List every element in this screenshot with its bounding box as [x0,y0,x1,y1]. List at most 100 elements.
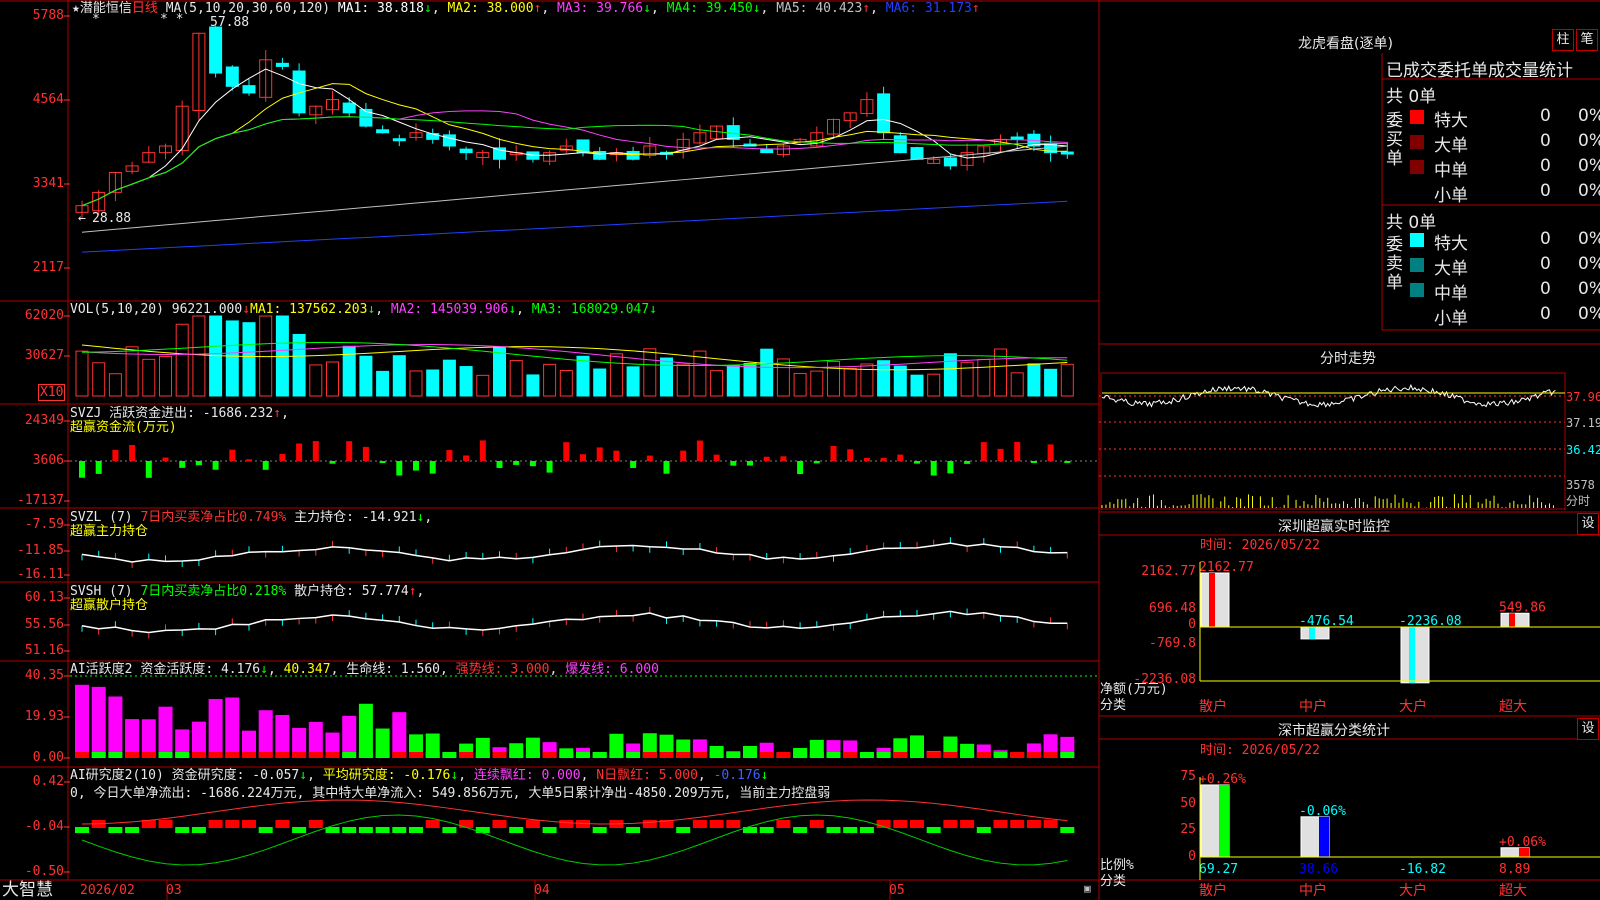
research-bar [492,820,507,828]
ma-legend-item: MA2: 145039.906 [383,302,509,317]
volume-bar [292,333,306,397]
class-y-label: 0 [1188,849,1196,864]
research-bar [826,827,841,833]
research-bar [325,827,340,833]
monitor-xlabel: 分类 [1100,698,1127,713]
ma-line [81,68,1068,207]
app-name: 大智慧 [2,880,53,900]
activity-base [242,752,256,758]
fund-flow-bar [563,442,570,461]
fund-flow-bar [1030,461,1037,463]
fund-flow-bar [997,448,1004,461]
fund-flow-bar [747,461,753,466]
ai-active-v5: 爆发线: 6.000 [565,662,659,677]
chart-canvas[interactable]: 2162.77-476.54 -2236.08549.86 +0.26% 69.27… [0,0,1600,900]
volume-bar [643,348,657,397]
svzj-bars [79,440,1071,478]
activity-base [743,752,757,758]
fund-flow-bar [680,450,687,461]
activity-base [893,752,908,758]
vol-legend: MA1: 137562.203↓, MA2: 145039.906↓, MA3:… [250,302,658,317]
favorite-star-icon[interactable]: ★ [72,1,80,16]
class-settings-button[interactable]: 设 [1577,718,1599,740]
lock-icon[interactable]: ▣ [1084,881,1091,896]
candle-body [877,93,891,134]
activity-base [158,752,173,758]
research-bar [108,827,123,833]
volume-bar [543,363,557,397]
category-label: 超大 [1499,883,1527,899]
fund-flow-bar [546,461,553,473]
volume-bar [225,320,239,397]
monitor-settings-button[interactable]: 设 [1577,513,1599,535]
activity-bar [75,684,89,758]
fund-flow-bar [730,461,737,466]
order-pct: 0% [1578,106,1600,126]
volume-bar [793,372,807,397]
fund-flow-bar [580,454,586,461]
svzl-desc2: 主力持仓: -14.921 [294,510,417,525]
category-label: 散户 [1199,699,1227,715]
fund-flow-bar [964,461,971,464]
class-y-label: 75 [1180,769,1196,784]
fund-flow-bar [696,440,703,461]
y-label: 40.35 [24,668,64,683]
fund-flow-bar [379,461,386,463]
class-bar-stripe [1219,784,1229,857]
fund-flow-bar [396,461,403,476]
research-bar [292,827,307,833]
research-bar [358,827,373,833]
monitor-y-label: 0 [1188,617,1196,632]
fund-flow-bar [513,461,520,465]
research-bar [225,820,240,828]
arrow-left-icon: ← [78,211,86,226]
monitor-bars: 2162.77-476.54 -2236.08549.86 [1199,560,1600,684]
activity-bar [91,686,106,758]
monitor-bar-label: 549.86 [1499,600,1546,615]
buy-side-label: 委买单 [1386,111,1403,169]
high-note: 57.88 [210,15,250,30]
volume-bar [509,360,523,397]
research-bar [926,827,941,833]
candle-body [342,102,356,114]
ma-legend-item: MA2: 38.000 [439,1,534,16]
research-bar [409,827,423,833]
y-label: -16.11 [17,567,64,582]
ai-active-label: AI活跃度2 [70,662,133,677]
order-count: 0 [1540,229,1551,249]
period-label[interactable]: 日线 [132,1,158,16]
fund-flow-bar [112,449,119,461]
volume-bar [92,362,106,397]
volume-bar [526,374,540,397]
research-bar [509,827,524,833]
ai-active-v2: 40.347 [283,662,331,677]
activity-base [125,752,140,758]
order-pct: 0% [1578,254,1600,274]
fund-flow-bar [646,455,653,461]
fund-flow-bar [296,443,303,461]
activity-base [559,752,574,758]
bar-mode-button[interactable]: 柱 [1552,29,1574,51]
fund-flow-bar [479,440,486,461]
activity-base [626,752,641,758]
svsh-line [81,607,1068,639]
sell-total: 共 0单 [1386,213,1437,233]
tick-mode-button[interactable]: 笔 [1576,29,1598,51]
ma-legend-item: MA3: 168029.047 [523,302,650,317]
volume-bar [459,366,473,397]
volume-bar [660,357,673,397]
class-bottom-label: 38.66 [1299,862,1338,877]
monitor-y-label: -769.8 [1149,636,1196,651]
activity-base [308,752,323,758]
fund-flow-bar [1047,444,1054,461]
ma-legend-item: MA1: 38.818 [337,1,424,16]
ai-active-v4: 强势线: 3.000 [455,662,550,677]
volume-bar [943,353,957,397]
research-bar [525,820,540,828]
volume-bar [159,355,172,397]
ma-lines [81,68,1068,253]
activity-base [375,752,390,758]
svzl-line [81,537,1068,569]
activity-bar [208,699,223,758]
ma-legend-item: MA1: 137562.203 [250,302,368,317]
